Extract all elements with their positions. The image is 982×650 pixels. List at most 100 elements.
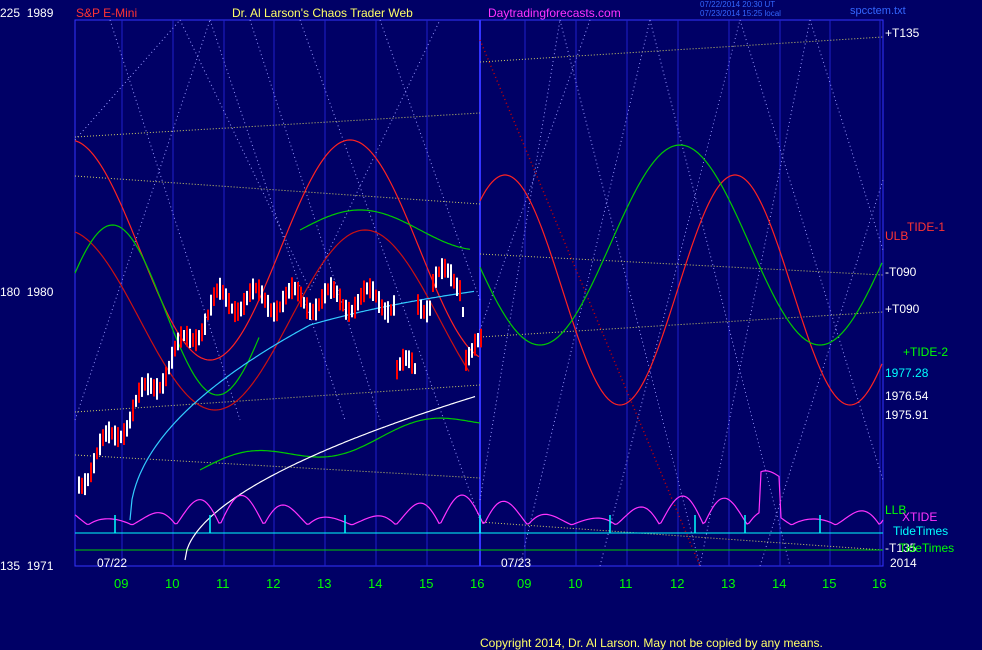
price-bar bbox=[306, 297, 308, 319]
price-bar bbox=[156, 378, 158, 400]
price-bar bbox=[165, 366, 167, 387]
price-bar bbox=[282, 290, 284, 313]
price-bar bbox=[234, 301, 236, 323]
y-mid-label: 180 1980 bbox=[0, 285, 53, 299]
price-bar bbox=[87, 473, 89, 487]
price-bar bbox=[453, 273, 455, 289]
price-bar bbox=[84, 473, 86, 496]
timestamp-ut: 07/22/2014 20:30 UT bbox=[700, 0, 776, 9]
price-bar bbox=[465, 349, 467, 371]
x-hour-label: 16 bbox=[872, 576, 887, 591]
x-hour-label: 15 bbox=[419, 576, 434, 591]
price-bar bbox=[375, 289, 377, 303]
x-hour-label: 13 bbox=[721, 576, 736, 591]
price-bar bbox=[447, 263, 449, 278]
price-bar bbox=[402, 348, 404, 371]
price-bar bbox=[207, 309, 209, 321]
price-bar bbox=[183, 330, 185, 341]
label-tidetimes-1: TideTimes bbox=[893, 524, 949, 538]
chaos-trader-chart bbox=[74, 19, 884, 567]
price-bar bbox=[120, 430, 122, 444]
price-bar bbox=[135, 394, 137, 407]
price-bar bbox=[294, 281, 296, 296]
price-bar bbox=[297, 282, 299, 302]
price-bar bbox=[393, 295, 395, 316]
y-angle-135: 135 bbox=[0, 559, 21, 573]
price-bar bbox=[417, 294, 419, 315]
price-bar bbox=[405, 350, 407, 366]
price-bar bbox=[288, 283, 290, 299]
label-tidetimes-2: TideTimes bbox=[899, 541, 955, 555]
price-level-3: 1975.91 bbox=[885, 408, 929, 422]
price-bar bbox=[477, 333, 479, 348]
price-bar bbox=[333, 281, 335, 298]
price-level-1: 1977.28 bbox=[885, 366, 929, 380]
price-bar bbox=[147, 373, 149, 396]
chart-title: Dr. Al Larson's Chaos Trader Web bbox=[232, 6, 413, 20]
price-bar bbox=[81, 477, 83, 494]
price-bar bbox=[441, 258, 443, 280]
price-bar bbox=[213, 287, 215, 306]
x-hour-label: 10 bbox=[165, 576, 180, 591]
price-bar bbox=[78, 476, 80, 494]
price-bar bbox=[360, 287, 362, 305]
y-price-1989: 1989 bbox=[26, 6, 54, 20]
price-bar bbox=[129, 411, 131, 429]
price-bar bbox=[339, 288, 341, 311]
price-bar bbox=[90, 462, 92, 483]
price-bar bbox=[420, 299, 422, 319]
price-bar bbox=[150, 377, 152, 394]
price-bar bbox=[117, 427, 119, 448]
y-bottom-label: 135 1971 bbox=[0, 559, 53, 573]
price-bar bbox=[327, 283, 329, 296]
price-bar bbox=[435, 266, 437, 288]
price-bar bbox=[336, 285, 338, 302]
price-bar bbox=[105, 425, 107, 442]
file-name: spcctem.txt bbox=[850, 5, 906, 17]
price-bar bbox=[438, 266, 440, 278]
price-bar bbox=[168, 360, 170, 375]
price-bar bbox=[285, 286, 287, 305]
price-bar bbox=[378, 291, 380, 313]
x-hour-label: 10 bbox=[568, 576, 583, 591]
price-bar bbox=[408, 350, 410, 369]
x-hour-label: 14 bbox=[368, 576, 383, 591]
price-bar bbox=[342, 299, 344, 312]
price-bar bbox=[228, 293, 230, 315]
price-bar bbox=[123, 423, 125, 445]
price-bar bbox=[429, 300, 431, 316]
price-bar bbox=[93, 453, 95, 474]
price-bar bbox=[174, 340, 176, 357]
y-angle-180: 180 bbox=[0, 285, 21, 299]
price-bar bbox=[204, 313, 206, 335]
price-bar bbox=[240, 301, 242, 317]
price-bar bbox=[99, 433, 101, 456]
price-bar bbox=[432, 274, 434, 292]
price-bar bbox=[225, 288, 227, 307]
price-bar bbox=[330, 277, 332, 299]
price-bar bbox=[363, 280, 365, 303]
price-bar bbox=[396, 360, 398, 380]
price-bar bbox=[231, 303, 233, 314]
price-bar bbox=[264, 292, 266, 308]
price-bar bbox=[126, 420, 128, 437]
date-label-2: 07/23 bbox=[501, 556, 532, 570]
price-bar bbox=[138, 382, 140, 403]
site-link[interactable]: Daytradingforecasts.com bbox=[488, 6, 621, 20]
price-bar bbox=[390, 304, 392, 316]
copyright: Copyright 2014, Dr. Al Larson. May not b… bbox=[480, 636, 823, 650]
price-bar bbox=[450, 264, 452, 287]
price-bar bbox=[318, 298, 320, 312]
price-bar bbox=[249, 283, 251, 302]
price-bar bbox=[102, 429, 104, 447]
price-bar bbox=[414, 363, 416, 375]
price-bar bbox=[366, 282, 368, 295]
price-bar bbox=[345, 299, 347, 320]
label-tide-2: +TIDE-2 bbox=[903, 345, 949, 359]
label-tide-1: TIDE-1 bbox=[907, 220, 946, 234]
x-hour-label: 11 bbox=[216, 576, 230, 591]
y-angle-225: 225 bbox=[0, 6, 21, 20]
price-bar bbox=[243, 293, 245, 315]
price-bar bbox=[273, 302, 275, 322]
price-bar bbox=[459, 280, 461, 302]
